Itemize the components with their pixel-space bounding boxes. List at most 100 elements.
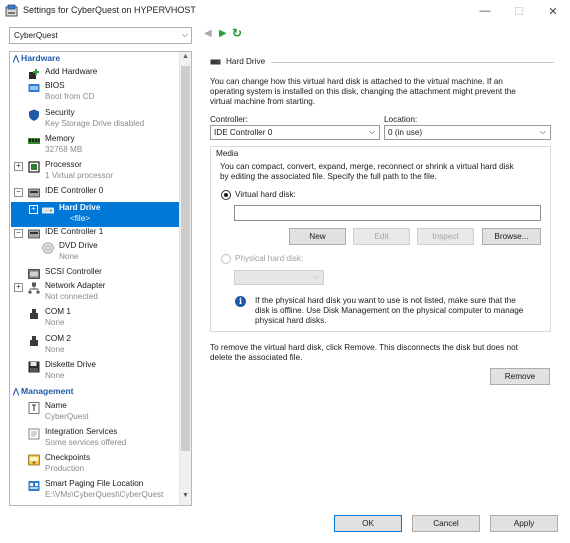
tree-item-label: Security (45, 108, 75, 117)
maximize-button[interactable]: ☐ (502, 0, 536, 22)
tree-item-label: IDE Controller 1 (45, 227, 104, 236)
section-hardware[interactable]: ⋀ Hardware (11, 53, 179, 65)
window-title: Settings for CyberQuest on HYPERVHOST (23, 5, 196, 15)
chevron-down-icon: ⌵ (312, 272, 319, 281)
tree-item-sub: Key Storage Drive disabled (45, 119, 145, 128)
expand-icon[interactable]: + (14, 162, 23, 171)
scrollbar-thumb[interactable] (181, 66, 190, 451)
browse-button[interactable]: Browse... (482, 228, 541, 245)
com-port-icon (30, 336, 38, 346)
virtual-hd-label: Virtual hard disk: (235, 190, 296, 199)
collapse-icon: ⋀ (12, 54, 20, 63)
tree-item-label: DVD Drive (59, 241, 98, 250)
tree-item-label: COM 2 (45, 334, 71, 343)
tree-item-sub: 32768 MB (45, 145, 83, 154)
remove-button[interactable]: Remove (490, 368, 550, 385)
media-desc-line-2: by editing the associated file. Specify … (220, 172, 437, 181)
virtual-hd-path-input[interactable] (234, 205, 541, 221)
ide-controller-icon (28, 229, 40, 239)
apply-button[interactable]: Apply (490, 515, 558, 532)
inspect-button[interactable]: Inspect (417, 228, 474, 245)
tree-item-sub: None (59, 252, 79, 261)
edit-button[interactable]: Edit (353, 228, 410, 245)
minimize-button[interactable]: — (468, 0, 502, 22)
media-desc-line-1: You can compact, convert, expand, merge,… (220, 162, 514, 171)
bios-icon (28, 84, 40, 92)
location-label: Location: (384, 115, 418, 124)
panel-header: Hard Drive (203, 56, 554, 68)
checkpoint-icon (28, 454, 40, 466)
remove-text-line-2: delete the associated file. (210, 353, 303, 362)
physical-hd-label: Physical hard disk: (235, 254, 304, 263)
com-port-icon (30, 309, 38, 319)
tree-item-sub: Some services offered (45, 438, 127, 447)
tree-item-sub: <file> (70, 214, 91, 223)
network-icon (28, 282, 40, 294)
location-select-value: 0 (in use) (388, 128, 423, 137)
physical-hd-radio[interactable] (221, 254, 231, 264)
close-button[interactable]: ✕ (536, 0, 570, 22)
tree-item-label: Checkpoints (45, 453, 91, 462)
ide-controller-icon (28, 188, 40, 198)
hard-drive-icon (42, 207, 54, 214)
tree-item-sub: None (45, 371, 65, 380)
intro-line-3: virtual machine from starting. (210, 97, 316, 106)
tree-item-sub: None (45, 318, 65, 327)
virtual-hd-radio[interactable] (221, 190, 231, 200)
tree-item-label: Add Hardware (45, 67, 98, 76)
panel-title: Hard Drive (226, 57, 266, 66)
info-line-3: physical hard disks. (255, 316, 327, 325)
info-line-2: disk is offline. Use Disk Management on … (255, 306, 524, 315)
tree-item-sub: CyberQuest (45, 412, 89, 421)
controller-label: Controller: (210, 115, 248, 124)
tree-item-label: SCSI Controller (45, 267, 102, 276)
chevron-down-icon: ⌵ (539, 127, 546, 136)
location-select[interactable]: 0 (in use) ⌵ (384, 125, 551, 140)
processor-icon (28, 161, 40, 173)
forward-button[interactable]: ▶ (219, 28, 227, 39)
tree-item-sub: Not connected (45, 292, 98, 301)
collapse-icon[interactable]: − (14, 229, 23, 238)
back-button[interactable]: ◀ (204, 28, 212, 39)
tree-item-label: Name (45, 401, 67, 410)
vm-selector[interactable]: CyberQuest ⌵ (9, 27, 192, 44)
integration-services-icon (28, 428, 40, 440)
tree-scrollbar[interactable]: ▲ ▼ (179, 52, 191, 505)
tree-item-sub: None (45, 345, 65, 354)
info-line-1: If the physical hard disk you want to us… (255, 296, 516, 305)
settings-tree: ⋀ Hardware Add Hardware BIOS Boot from CD… (9, 51, 192, 506)
memory-icon (28, 138, 40, 144)
tree-item-sub: 1 Virtual processor (45, 171, 114, 180)
settings-app-icon (5, 4, 18, 17)
scsi-controller-icon (28, 269, 40, 279)
expand-icon[interactable]: + (14, 283, 23, 292)
refresh-button[interactable]: ↻ (232, 26, 242, 40)
intro-line-2: operating system is installed on this di… (210, 87, 516, 96)
media-label: Media (216, 149, 239, 158)
physical-hd-select[interactable]: ⌵ (234, 270, 324, 285)
controller-select[interactable]: IDE Controller 0 ⌵ (210, 125, 380, 140)
intro-line-1: You can change how this virtual hard dis… (210, 77, 503, 86)
chevron-down-icon: ⌵ (368, 127, 375, 136)
collapse-icon[interactable]: − (14, 188, 23, 197)
scroll-up-icon[interactable]: ▲ (180, 53, 191, 65)
tree-item-label: Integration Services (45, 427, 118, 436)
new-button[interactable]: New (289, 228, 346, 245)
tree-item-label: Diskette Drive (45, 360, 96, 369)
add-hardware-icon (29, 69, 39, 79)
remove-text-line-1: To remove the virtual hard disk, click R… (210, 343, 518, 352)
paging-file-icon (28, 481, 40, 491)
tree-item-label: BIOS (45, 81, 65, 90)
vm-selector-value: CyberQuest (14, 31, 58, 40)
section-management[interactable]: ⋀ Management (11, 386, 179, 398)
dvd-icon (42, 242, 54, 254)
controller-select-value: IDE Controller 0 (214, 128, 273, 137)
tree-item-sub: E:\VMs\CyberQuest\CyberQuest (45, 490, 164, 499)
section-hardware-label: Hardware (21, 53, 61, 63)
tree-item-label: Processor (45, 160, 82, 169)
cancel-button[interactable]: Cancel (412, 515, 480, 532)
tree-item-sub: Boot from CD (45, 92, 95, 101)
ok-button[interactable]: OK (334, 515, 402, 532)
expand-icon[interactable]: + (29, 205, 38, 214)
scroll-down-icon[interactable]: ▼ (180, 492, 191, 504)
